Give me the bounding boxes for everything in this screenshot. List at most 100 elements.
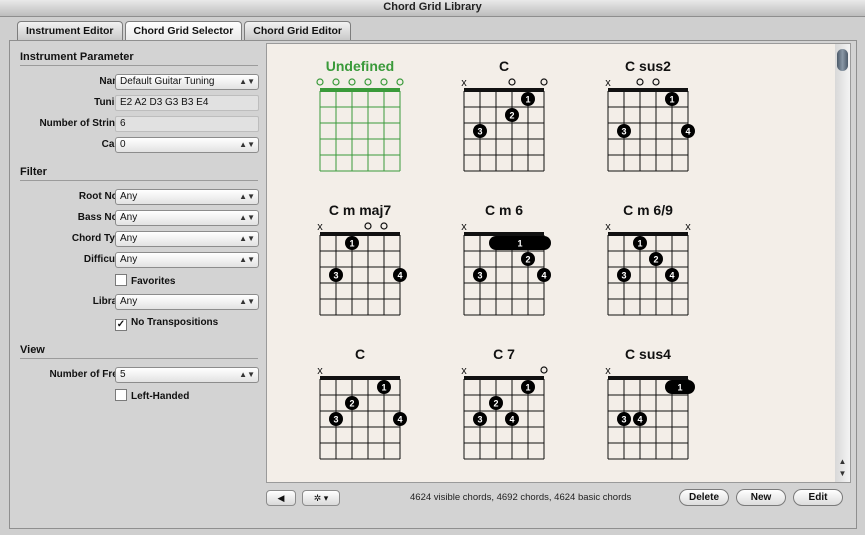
popup-arrows-icon: ▲▼ — [239, 140, 255, 149]
root-note-popup[interactable]: Any ▲▼ — [115, 189, 259, 205]
scroll-down-arrow-icon[interactable]: ▼ — [837, 468, 848, 480]
barre-finger-number: 1 — [677, 383, 682, 393]
edit-button[interactable]: Edit — [793, 489, 843, 506]
gear-icon: ✲ ▾ — [313, 493, 329, 503]
open-string-marker — [540, 366, 548, 374]
chord-name: Undefined — [326, 58, 394, 74]
tab-chord-grid-selector[interactable]: Chord Grid Selector — [124, 21, 243, 41]
open-string-marker — [380, 222, 388, 230]
scroll-up-arrow-icon[interactable]: ▲ — [837, 456, 848, 468]
chord-diagram[interactable]: Undefined — [316, 58, 404, 172]
checkbox-box[interactable] — [115, 389, 127, 401]
finger-number: 4 — [637, 415, 642, 425]
name-popup[interactable]: Default Guitar Tuning ▲▼ — [115, 74, 259, 90]
instrument-parameter-heading: Instrument Parameter — [20, 51, 258, 66]
finger-number: 2 — [653, 255, 658, 265]
open-string-marker — [508, 78, 516, 86]
left-handed-checkbox[interactable]: Left-Handed — [115, 389, 189, 403]
open-string-marker — [652, 78, 660, 86]
no-transpositions-checkbox[interactable]: ✓ No Transpositions — [115, 316, 219, 331]
chord-name: C sus4 — [625, 346, 671, 362]
chord-diagram[interactable]: Cx 1 2 3 4 — [317, 346, 407, 460]
chord-diagram[interactable]: C 7 x 1 2 3 4 — [461, 346, 548, 460]
scroll-thumb[interactable] — [837, 49, 848, 71]
new-button[interactable]: New — [736, 489, 786, 506]
delete-button[interactable]: Delete — [679, 489, 729, 506]
nut — [320, 376, 400, 380]
chord-name: C — [499, 58, 509, 74]
bottom-bar: ◀ ✲ ▾ 4624 visible chords, 4692 chords, … — [266, 487, 846, 507]
play-speaker-button[interactable]: ◀ — [266, 490, 296, 506]
chord-diagram[interactable]: Cx 1 2 3 — [461, 58, 548, 172]
vertical-scrollbar[interactable]: ▲ ▼ — [835, 43, 851, 483]
checkmark-icon[interactable]: ✓ — [115, 319, 127, 331]
strings-field[interactable]: 6 — [115, 116, 259, 132]
muted-string-marker: x — [317, 365, 323, 377]
chord-diagram[interactable]: C sus2 x 1 3 4 — [605, 58, 695, 172]
bass-note-popup[interactable]: Any ▲▼ — [115, 210, 259, 226]
capo-popup[interactable]: 0 ▲▼ — [115, 137, 259, 153]
chord-name: C m 6 — [485, 202, 523, 218]
popup-arrows-icon: ▲▼ — [239, 213, 255, 222]
favorites-row: Favorites — [20, 273, 258, 289]
popup-arrows-icon: ▲▼ — [239, 370, 255, 379]
capo-value: 0 — [120, 139, 126, 150]
finger-number: 3 — [621, 127, 626, 137]
finger-number: 4 — [397, 271, 402, 281]
open-string-marker — [540, 78, 548, 86]
chord-grids-canvas: Undefined Cx123C sus2x13 4C m maj7x13 4C m … — [316, 58, 695, 460]
muted-string-marker: x — [685, 221, 691, 233]
tab-chord-grid-editor[interactable]: Chord Grid Editor — [244, 21, 351, 40]
action-menu-button[interactable]: ✲ ▾ — [302, 490, 340, 506]
no-transpositions-label: No Transpositions — [131, 317, 219, 328]
nut — [464, 88, 544, 92]
chord-diagram[interactable]: C m 6 x 12 3 4 — [461, 202, 551, 316]
difficulty-row: Difficulty: Any ▲▼ — [20, 252, 259, 268]
chord-diagram[interactable]: C m maj7 x 1 3 4 — [317, 202, 407, 316]
no-transpositions-row: ✓ No Transpositions — [20, 315, 258, 331]
nut — [608, 376, 688, 380]
muted-string-marker: x — [461, 365, 467, 377]
muted-string-marker: x — [461, 77, 467, 89]
popup-arrows-icon: ▲▼ — [239, 77, 255, 86]
muted-string-marker: x — [605, 365, 611, 377]
finger-number: 1 — [525, 95, 530, 105]
strings-row: Number of Strings: 6 — [20, 116, 259, 132]
chord-diagram[interactable]: C sus4 x 1 3 4 — [605, 346, 695, 460]
bass-row: Bass Note: Any ▲▼ — [20, 210, 259, 226]
finger-number: 3 — [333, 271, 338, 281]
left-handed-row: Left-Handed — [20, 388, 258, 404]
speaker-icon: ◀ — [277, 493, 285, 503]
chord-type-popup[interactable]: Any ▲▼ — [115, 231, 259, 247]
status-text: 4624 visible chords, 4692 chords, 4624 b… — [410, 492, 632, 503]
open-string-marker — [364, 222, 372, 230]
popup-arrows-icon: ▲▼ — [239, 255, 255, 264]
finger-number: 2 — [349, 399, 354, 409]
left-handed-label: Left-Handed — [131, 391, 190, 402]
chord-name: C 7 — [493, 346, 515, 362]
muted-string-marker: x — [461, 221, 467, 233]
tuning-field[interactable]: E2 A2 D3 G3 B3 E4 — [115, 95, 259, 111]
difficulty-popup[interactable]: Any ▲▼ — [115, 252, 259, 268]
number-of-frets-popup[interactable]: 5 ▲▼ — [115, 367, 259, 383]
finger-number: 3 — [477, 415, 482, 425]
finger-number: 4 — [685, 127, 690, 137]
open-string-marker — [380, 78, 388, 86]
nut — [320, 88, 400, 92]
chord-diagram[interactable]: C m 6/9 x x 1 2 3 4 — [605, 202, 691, 316]
favorites-checkbox[interactable]: Favorites — [115, 274, 175, 288]
open-string-marker — [396, 78, 404, 86]
bass-note-value: Any — [120, 212, 138, 223]
checkbox-box[interactable] — [115, 274, 127, 286]
finger-number: 1 — [669, 95, 674, 105]
chord-grid-area[interactable]: Undefined Cx 1 2 3 C sus2 x 1 3 4 C m maj7 x 1 3 4 C m … — [266, 43, 837, 483]
open-string-marker — [636, 78, 644, 86]
popup-arrows-icon: ▲▼ — [239, 297, 255, 306]
nut — [608, 88, 688, 92]
library-popup[interactable]: Any ▲▼ — [115, 294, 259, 310]
finger-number: 4 — [541, 271, 546, 281]
finger-number: 2 — [493, 399, 498, 409]
tab-instrument-editor[interactable]: Instrument Editor — [17, 21, 123, 40]
muted-string-marker: x — [317, 221, 323, 233]
finger-number: 4 — [397, 415, 402, 425]
